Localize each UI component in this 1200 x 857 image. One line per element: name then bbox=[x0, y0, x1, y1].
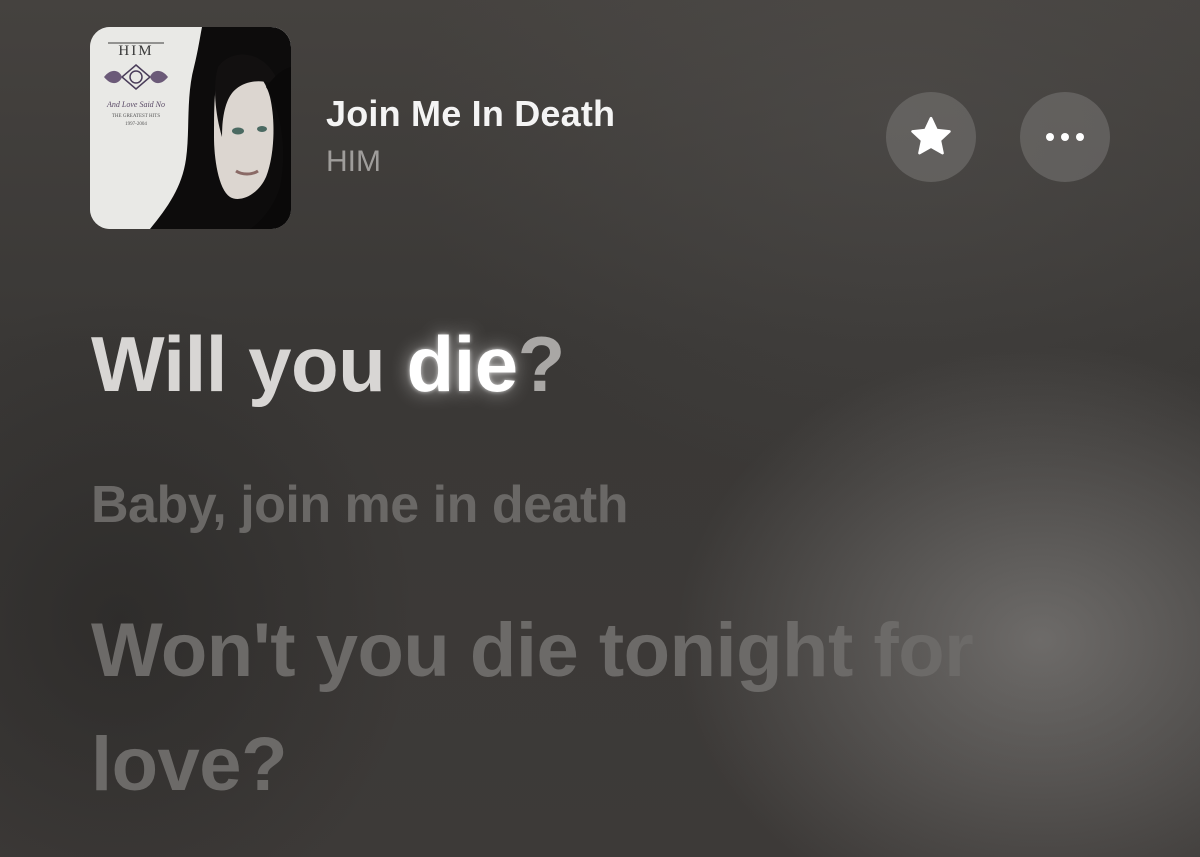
svg-text:And Love Said No: And Love Said No bbox=[106, 100, 165, 109]
artist-name[interactable]: HIM bbox=[326, 145, 381, 179]
lyric-line-upcoming[interactable]: Won't you die tonight for love? bbox=[91, 594, 991, 822]
lyric-line-current[interactable]: Will you die? bbox=[91, 318, 1141, 428]
lyric-line-next[interactable]: Baby, join me in death bbox=[91, 474, 1141, 536]
lyric-current-highlight: die bbox=[406, 320, 518, 408]
lyric-current-part: Will you bbox=[91, 320, 407, 408]
svg-text:THE GREATEST HITS: THE GREATEST HITS bbox=[112, 114, 160, 119]
svg-text:1997-2004: 1997-2004 bbox=[125, 122, 147, 127]
song-title[interactable]: Join Me In Death bbox=[326, 93, 615, 135]
album-artwork[interactable]: HIM And Love Said No THE GREATEST HITS 1… bbox=[90, 27, 291, 229]
more-options-button[interactable] bbox=[1020, 92, 1110, 182]
star-icon bbox=[911, 116, 951, 155]
ellipsis-icon bbox=[1046, 133, 1084, 141]
now-playing-header: HIM And Love Said No THE GREATEST HITS 1… bbox=[90, 27, 1110, 229]
svg-text:HIM: HIM bbox=[118, 43, 153, 59]
lyric-current-tail: ? bbox=[517, 320, 566, 408]
lyrics-panel[interactable]: Will you die? Baby, join me in death Won… bbox=[91, 318, 1141, 822]
favorite-button[interactable] bbox=[886, 92, 976, 182]
